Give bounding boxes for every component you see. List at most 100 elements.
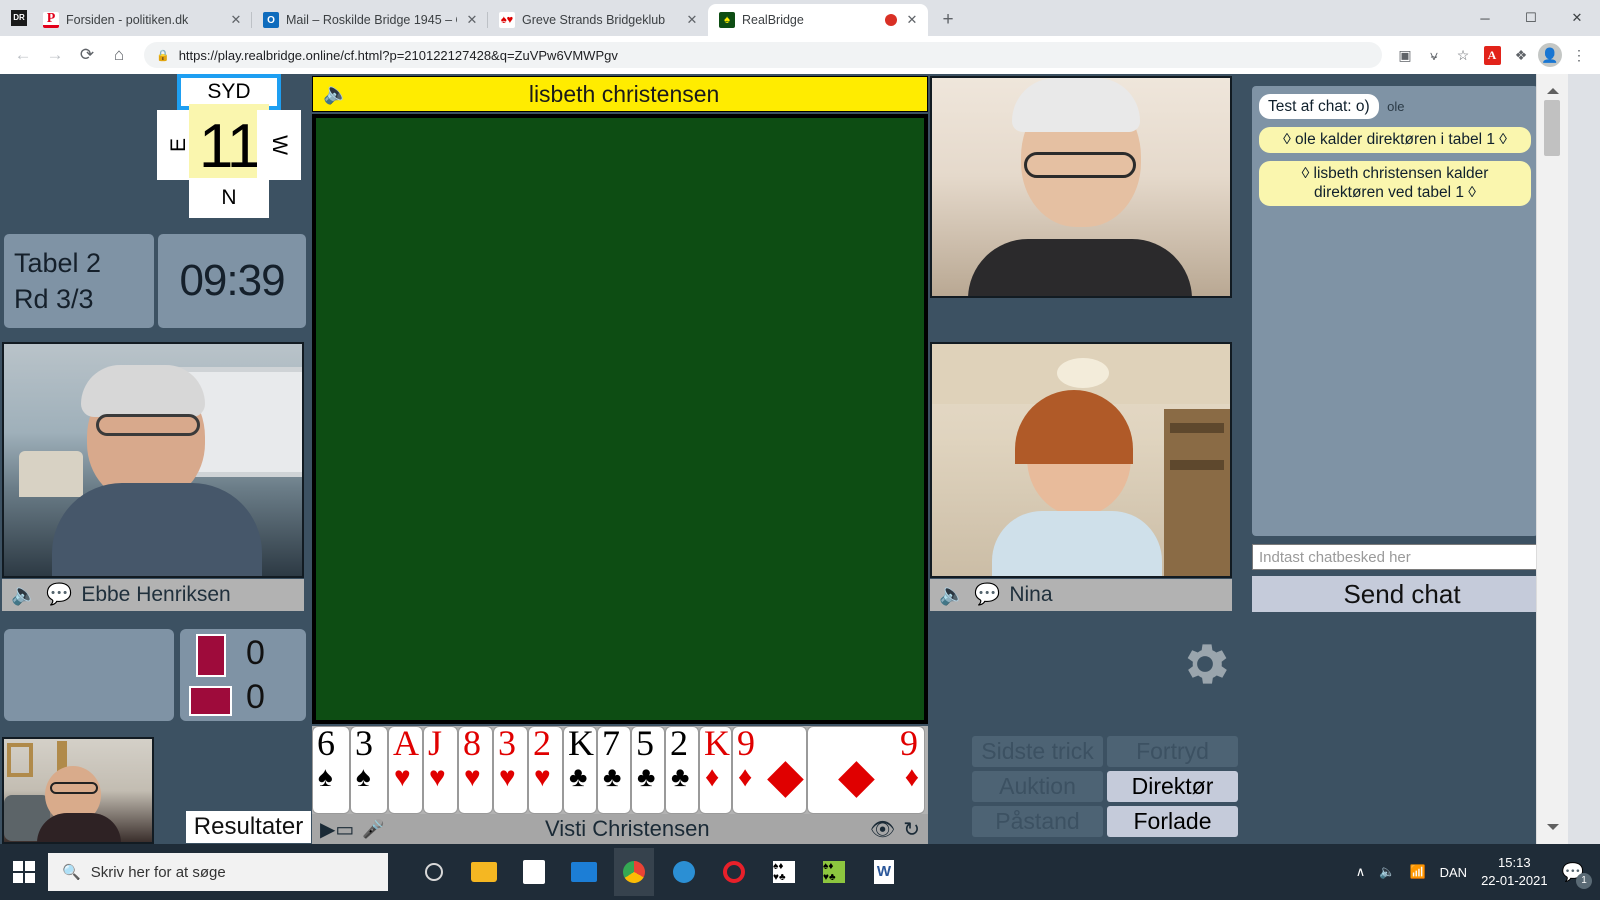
tray-chevron-icon[interactable]: ∧: [1356, 864, 1366, 880]
undo-button[interactable]: Fortryd: [1107, 736, 1238, 767]
chat-bubble-icon[interactable]: 💬: [46, 583, 72, 607]
tab-title: Greve Strands Bridgeklub: [522, 13, 666, 27]
rotate-icon[interactable]: ↻: [903, 817, 920, 842]
name-bar-north[interactable]: 🔈 lisbeth christensen: [312, 76, 928, 112]
chat-bubble-icon[interactable]: 💬: [974, 583, 1000, 607]
hand-card[interactable]: 3 ♥: [493, 726, 528, 814]
extensions-icon[interactable]: ❖: [1508, 42, 1534, 68]
chat-input[interactable]: Indtast chatbesked her: [1252, 544, 1552, 570]
windows-start-icon[interactable]: [0, 844, 48, 900]
tab-realbridge[interactable]: ♠ RealBridge ✕: [708, 4, 928, 36]
video-tile-north[interactable]: [930, 76, 1232, 298]
hand-card[interactable]: 9 ♦ ◆: [732, 726, 807, 814]
pdf-icon[interactable]: A: [1479, 42, 1505, 68]
hand-card[interactable]: 6 ♠: [312, 726, 350, 814]
microsoft-store-icon[interactable]: [514, 848, 554, 896]
camera-icon[interactable]: ▶▭: [320, 817, 354, 842]
card-suit: ♠: [318, 761, 333, 792]
hand-card-selected[interactable]: 9 ♦ ◆: [807, 726, 925, 814]
card-rank: A: [393, 726, 419, 763]
tab-close-icon[interactable]: ✕: [904, 12, 920, 28]
video-tile-self[interactable]: [2, 737, 154, 844]
tab-greve-strands-bridgeklub[interactable]: ♠♥ Greve Strands Bridgeklub ✕: [487, 4, 708, 36]
forward-icon[interactable]: →: [40, 40, 70, 70]
hand-card[interactable]: 5 ♣: [631, 726, 665, 814]
close-window-button[interactable]: ✕: [1554, 0, 1600, 36]
eye-icon[interactable]: 👁: [870, 817, 895, 842]
notification-center-icon[interactable]: 💬 1: [1562, 862, 1592, 889]
dr-pinned-tab-icon[interactable]: DR: [6, 0, 32, 36]
hand-card[interactable]: 3 ♠: [350, 726, 388, 814]
send-chat-button[interactable]: Send chat: [1252, 576, 1552, 612]
cortana-icon[interactable]: [414, 848, 454, 896]
maximize-button[interactable]: ☐: [1508, 0, 1554, 36]
hand-card[interactable]: 7 ♣: [597, 726, 631, 814]
back-icon[interactable]: ←: [8, 40, 38, 70]
translate-icon[interactable]: ⍱: [1421, 42, 1447, 68]
gear-icon[interactable]: [1178, 637, 1232, 691]
edge-icon[interactable]: [664, 848, 704, 896]
wifi-icon[interactable]: 📶: [1409, 864, 1425, 880]
hand-card[interactable]: K ♦: [699, 726, 732, 814]
hand-card[interactable]: 2 ♥: [528, 726, 563, 814]
auction-button[interactable]: Auktion: [972, 771, 1103, 802]
opera-icon[interactable]: [714, 848, 754, 896]
mail-icon[interactable]: [564, 848, 604, 896]
table-info-box: Tabel 2 Rd 3/3: [4, 234, 154, 328]
tab-close-icon[interactable]: ✕: [684, 12, 700, 28]
director-button[interactable]: Direktør: [1107, 771, 1238, 802]
bridge-deal-icon[interactable]: ♠♦ ♥♣: [814, 848, 854, 896]
trick-count-ew: 0: [246, 678, 265, 716]
tab-recording-indicator-icon: [885, 14, 897, 26]
language-indicator[interactable]: DAN: [1440, 865, 1467, 880]
video-tile-west[interactable]: [2, 342, 304, 578]
leave-button[interactable]: Forlade: [1107, 806, 1238, 837]
address-bar[interactable]: 🔒 https://play.realbridge.online/cf.html…: [144, 42, 1382, 68]
claim-button[interactable]: Påstand: [972, 806, 1103, 837]
taskbar-search-input[interactable]: 🔍 Skriv her for at søge: [48, 853, 388, 891]
new-tab-button[interactable]: +: [934, 6, 962, 34]
bookmark-star-icon[interactable]: ☆: [1450, 42, 1476, 68]
page-scrollbar[interactable]: [1536, 74, 1568, 844]
results-button[interactable]: Resultater: [186, 811, 311, 843]
card-rank: 5: [636, 726, 654, 763]
microphone-icon[interactable]: 🎤: [362, 819, 384, 840]
menu-kebab-icon[interactable]: ⋮: [1566, 42, 1592, 68]
chrome-icon[interactable]: [614, 848, 654, 896]
speaker-icon[interactable]: 🔈: [939, 583, 965, 607]
volume-icon[interactable]: 🔈: [1379, 864, 1395, 880]
reload-icon[interactable]: ⟳: [72, 40, 102, 70]
compass-seat-north[interactable]: N: [189, 178, 269, 218]
camera-icon[interactable]: ▣: [1392, 42, 1418, 68]
card-rank: K: [704, 726, 730, 763]
card-suit-large: ◆: [767, 750, 804, 803]
last-trick-button[interactable]: Sidste trick: [972, 736, 1103, 767]
hand-card[interactable]: 2 ♣: [665, 726, 699, 814]
taskbar-clock[interactable]: 15:13 22-01-2021: [1481, 854, 1548, 889]
name-bar-south[interactable]: ▶▭ 🎤 Visti Christensen 👁 ↻: [312, 814, 928, 844]
bridge-cards-icon[interactable]: ♠♦ ♥♣: [764, 848, 804, 896]
hand-card[interactable]: 8 ♥: [458, 726, 493, 814]
speaker-icon[interactable]: 🔈: [323, 82, 349, 106]
tab-close-icon[interactable]: ✕: [228, 12, 244, 28]
hand-card[interactable]: A ♥: [388, 726, 423, 814]
name-bar-west[interactable]: 🔈 💬 Ebbe Henriksen: [2, 579, 304, 611]
minimize-button[interactable]: ─: [1462, 0, 1508, 36]
profile-avatar[interactable]: 👤: [1537, 42, 1563, 68]
video-tile-east[interactable]: [930, 342, 1232, 578]
hand-card[interactable]: K ♣: [563, 726, 597, 814]
search-placeholder: Skriv her for at søge: [90, 863, 226, 881]
compass-seat-west[interactable]: W: [257, 110, 301, 180]
name-bar-east[interactable]: 🔈 💬 Nina: [930, 579, 1232, 611]
tab-politiken[interactable]: P Forsiden - politiken.dk ✕: [32, 4, 252, 36]
card-table-felt[interactable]: [312, 114, 928, 724]
tab-close-icon[interactable]: ✕: [464, 12, 480, 28]
clock-box: 09:39: [158, 234, 306, 328]
word-icon[interactable]: W: [864, 848, 904, 896]
hand-card[interactable]: J ♥: [423, 726, 458, 814]
speaker-icon[interactable]: 🔈: [11, 583, 37, 607]
file-explorer-icon[interactable]: [464, 848, 504, 896]
tab-outlook-mail[interactable]: O Mail – Roskilde Bridge 1945 – Ou ✕: [251, 4, 488, 36]
card-rank: 7: [602, 726, 620, 763]
home-icon[interactable]: ⌂: [104, 40, 134, 70]
